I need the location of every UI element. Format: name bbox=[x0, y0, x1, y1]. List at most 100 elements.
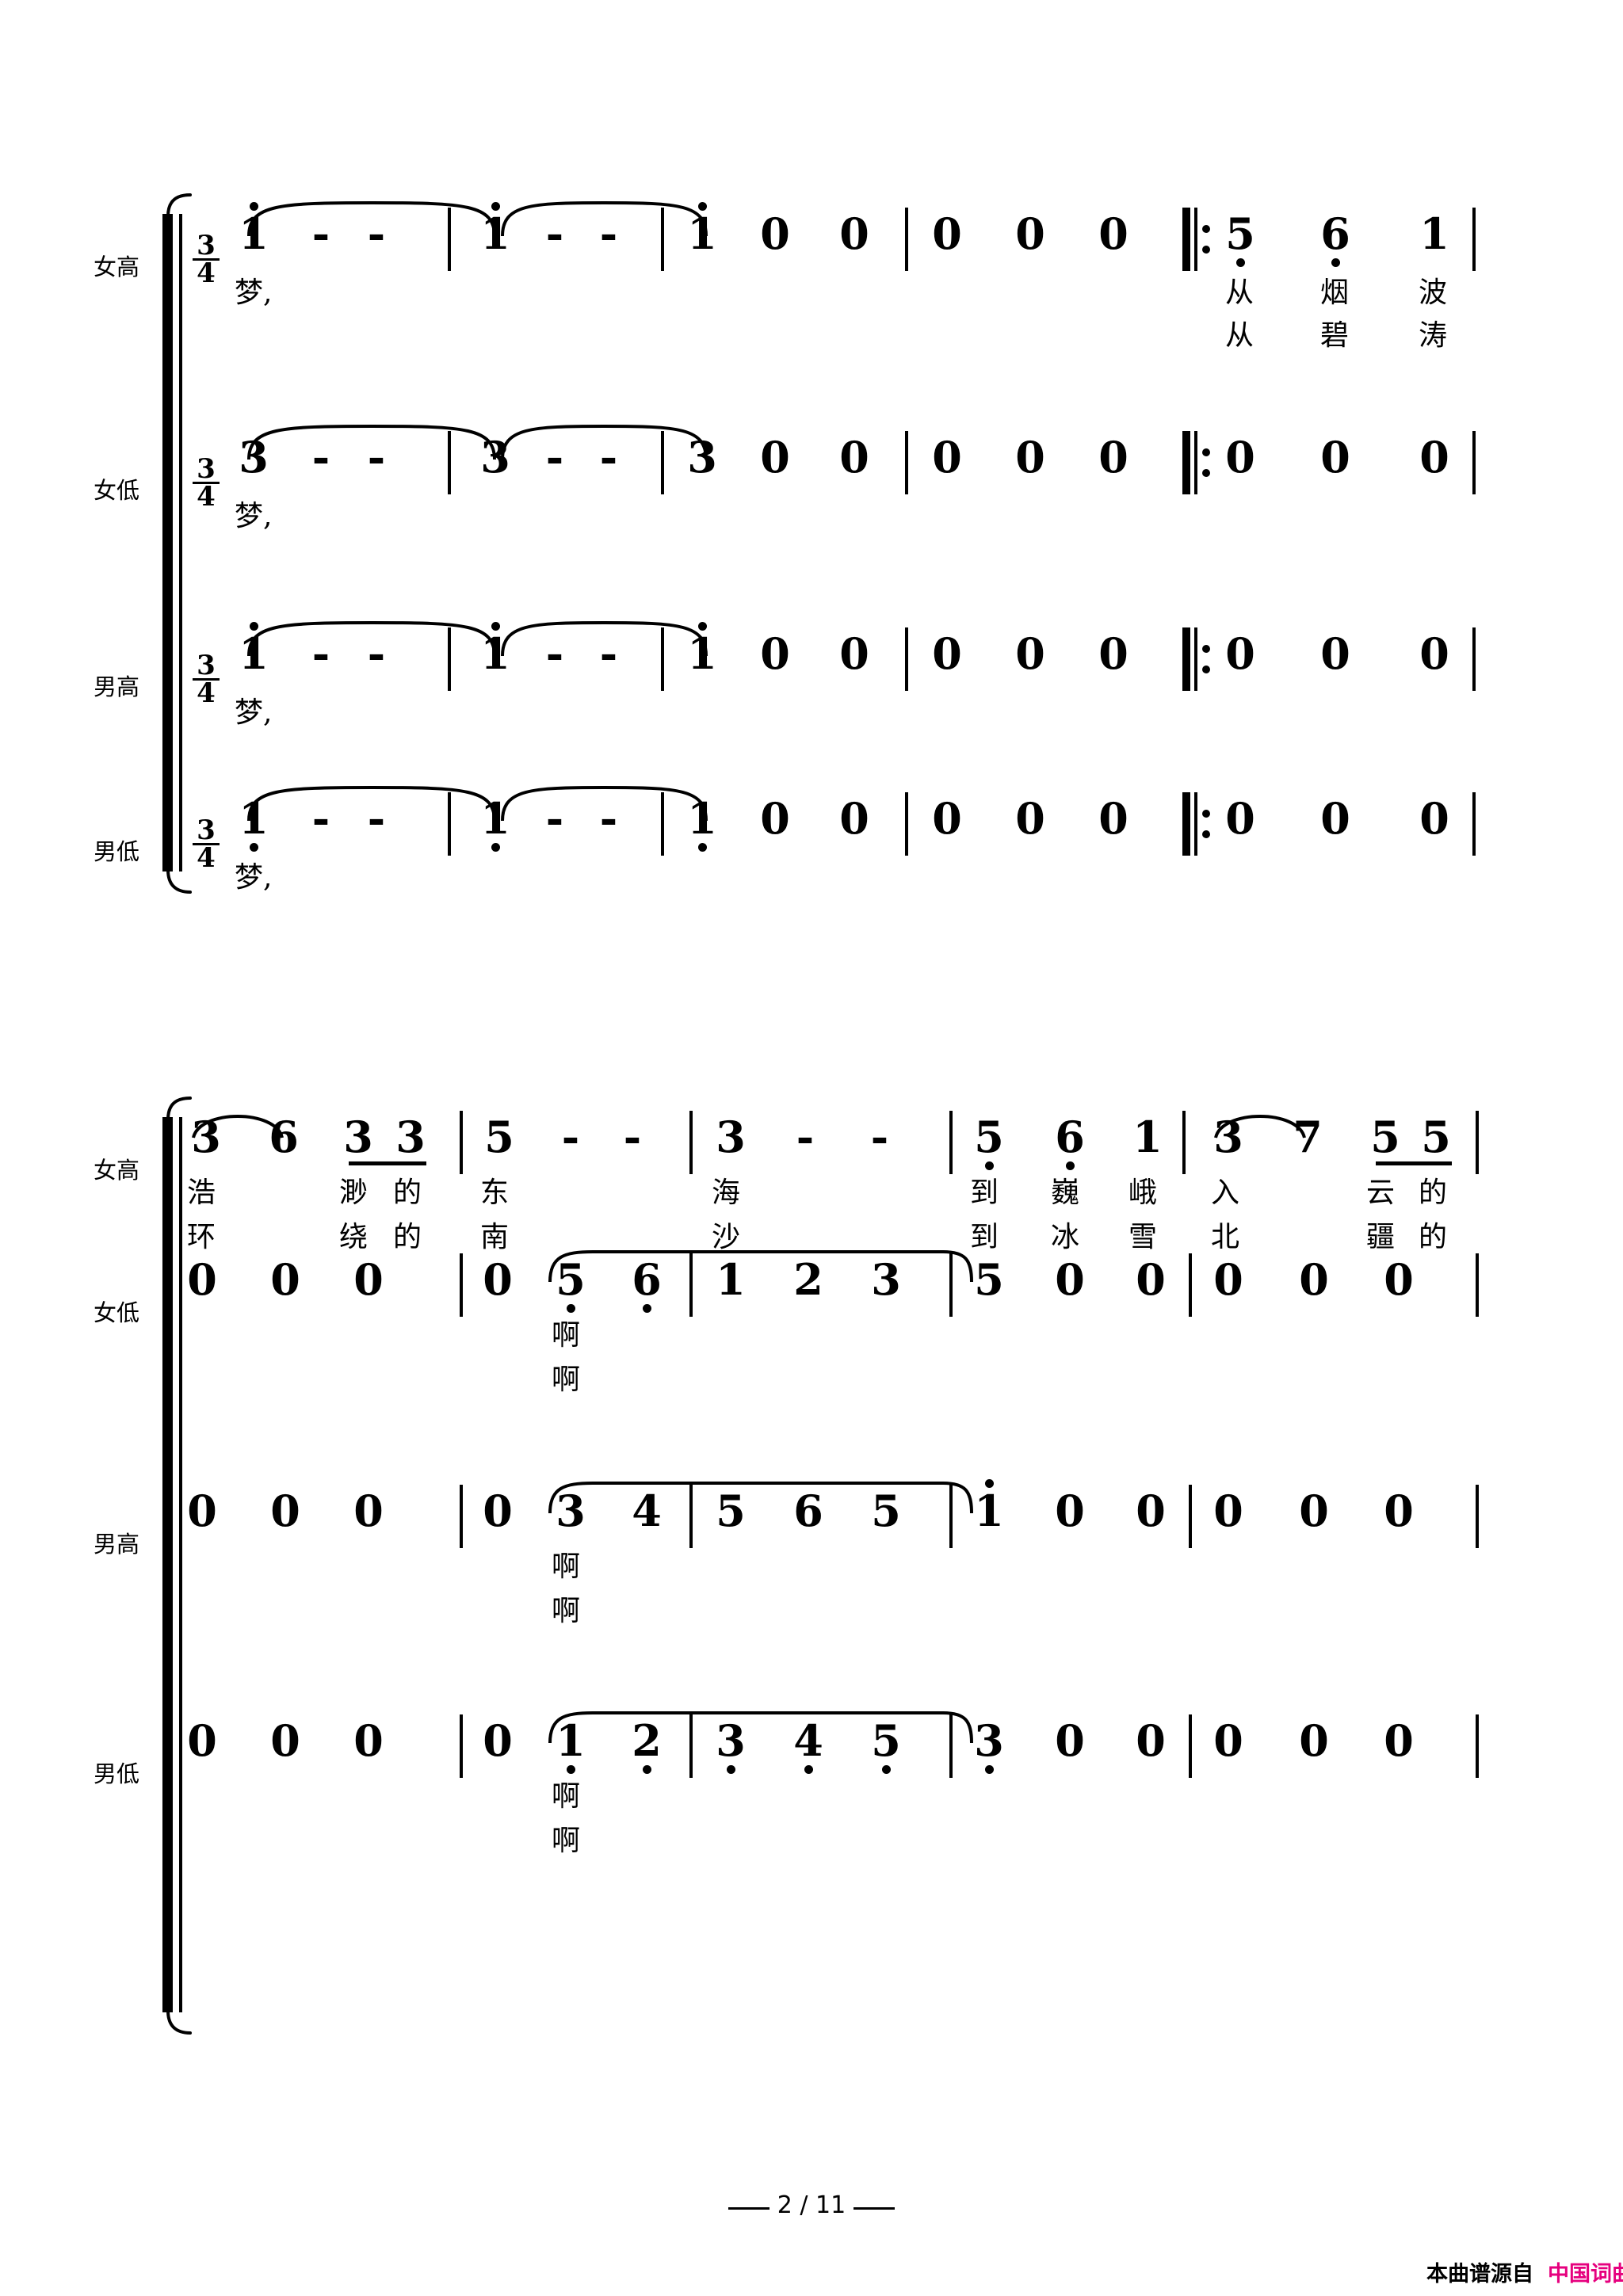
note: 1 bbox=[716, 1254, 746, 1305]
low-octave-dot bbox=[491, 843, 500, 852]
note: 1 bbox=[1132, 1112, 1163, 1162]
part-label-soprano: 女高 bbox=[94, 1157, 140, 1184]
high-octave-dot bbox=[698, 202, 707, 211]
barline bbox=[1476, 1111, 1479, 1174]
barline bbox=[661, 627, 664, 691]
duration-dash: - bbox=[796, 1112, 815, 1162]
system-2: 女高 3 6 3 3 5 - - 3 - - 5 6 1 3 7 5 5 浩 渺… bbox=[0, 1054, 1623, 2035]
rest: 0 bbox=[1225, 628, 1255, 679]
high-octave-dot bbox=[491, 622, 500, 631]
repeat-thick-line bbox=[1182, 431, 1190, 494]
barline bbox=[661, 431, 664, 494]
barline bbox=[689, 1485, 693, 1548]
staff-alto-1: 女低 3 4 3 - - 3 - - 3 0 0 0 0 0 0 0 0 梦, bbox=[0, 424, 1623, 531]
rest: 0 bbox=[760, 628, 790, 679]
staff-alto-2: 女低 0 0 0 0 5 6 1 2 3 5 0 0 0 0 0 啊 啊 bbox=[0, 1250, 1623, 1394]
duration-dash: - bbox=[367, 432, 386, 482]
repeat-dot-upper bbox=[1202, 448, 1210, 456]
brace-thin-line bbox=[179, 214, 182, 871]
system-brace-1 bbox=[162, 214, 189, 871]
barline bbox=[1189, 1485, 1192, 1548]
brace-top-hook bbox=[166, 193, 198, 217]
note: 1 bbox=[687, 793, 717, 844]
lyric-syllable: 的 bbox=[393, 1221, 422, 1253]
barline bbox=[905, 431, 908, 494]
rest: 0 bbox=[1320, 793, 1350, 844]
note: 6 bbox=[269, 1112, 299, 1162]
repeat-thin-line bbox=[1194, 792, 1197, 856]
phrase-bracket bbox=[547, 1247, 975, 1285]
lyric-syllable: 梦, bbox=[235, 277, 273, 309]
rest: 0 bbox=[1136, 1254, 1166, 1305]
lyric-syllable: 南 bbox=[480, 1221, 510, 1253]
part-label-tenor: 男高 bbox=[94, 673, 140, 700]
rest: 0 bbox=[1015, 628, 1045, 679]
rest: 0 bbox=[270, 1254, 300, 1305]
barline bbox=[949, 1485, 953, 1548]
low-octave-dot bbox=[727, 1765, 735, 1774]
note: 6 bbox=[793, 1486, 823, 1536]
barline bbox=[460, 1111, 463, 1174]
barline bbox=[460, 1253, 463, 1317]
staff-tenor-2: 男高 0 0 0 0 3 4 5 6 5 1 0 0 0 0 0 啊 啊 bbox=[0, 1479, 1623, 1626]
duration-dash: - bbox=[367, 793, 386, 844]
lyric-syllable: 梦, bbox=[235, 696, 273, 729]
rest: 0 bbox=[483, 1486, 513, 1536]
lyric-syllable: 啊 bbox=[552, 1550, 581, 1583]
barline bbox=[905, 208, 908, 271]
lyric-syllable: 梦, bbox=[235, 500, 273, 532]
eighth-beam bbox=[1376, 1161, 1452, 1165]
rest: 0 bbox=[483, 1254, 513, 1305]
repeat-dot-lower bbox=[1202, 469, 1210, 477]
repeat-thin-line bbox=[1194, 627, 1197, 691]
repeat-dot-lower bbox=[1202, 830, 1210, 838]
note: 5 bbox=[1421, 1112, 1451, 1162]
barline bbox=[949, 1111, 953, 1174]
barline bbox=[1472, 208, 1476, 271]
brace-thick-line bbox=[162, 214, 173, 871]
barline bbox=[448, 792, 451, 856]
note: 5 bbox=[871, 1715, 901, 1766]
low-octave-dot bbox=[567, 1765, 575, 1774]
low-octave-dot bbox=[804, 1765, 813, 1774]
high-octave-dot bbox=[698, 622, 707, 631]
rest: 0 bbox=[1384, 1254, 1414, 1305]
duration-dash: - bbox=[367, 628, 386, 679]
watermark-site-name: 中国词曲网 bbox=[1548, 2262, 1623, 2286]
lyric-syllable: 从 bbox=[1225, 277, 1254, 309]
note: 3 bbox=[480, 432, 510, 482]
note: 6 bbox=[1055, 1112, 1085, 1162]
low-octave-dot bbox=[985, 1161, 994, 1170]
note: 1 bbox=[687, 628, 717, 679]
lyric-syllable: 烟 bbox=[1320, 277, 1350, 309]
low-octave-dot bbox=[643, 1765, 651, 1774]
note: 3 bbox=[556, 1486, 586, 1536]
duration-dash: - bbox=[545, 432, 564, 482]
note: 3 bbox=[716, 1715, 746, 1766]
sheet-music-page: 女高 3 4 1 - - 1 - - 1 0 0 0 0 0 5 6 1 梦, … bbox=[0, 0, 1623, 2296]
time-signature-soprano-1: 3 4 bbox=[193, 232, 220, 287]
note: 3 bbox=[239, 432, 269, 482]
barline bbox=[689, 1111, 693, 1174]
note: 6 bbox=[632, 1254, 662, 1305]
time-sig-denominator: 4 bbox=[193, 482, 220, 510]
note: 6 bbox=[1320, 208, 1350, 259]
high-octave-dot bbox=[250, 622, 258, 631]
duration-dash: - bbox=[311, 432, 330, 482]
high-octave-dot bbox=[250, 202, 258, 211]
rest: 0 bbox=[1098, 793, 1128, 844]
barline bbox=[949, 1253, 953, 1317]
duration-dash: - bbox=[623, 1112, 642, 1162]
high-octave-dot bbox=[491, 202, 500, 211]
rest: 0 bbox=[1299, 1715, 1329, 1766]
rest: 0 bbox=[353, 1486, 384, 1536]
note: 1 bbox=[239, 208, 269, 259]
barline bbox=[949, 1714, 953, 1778]
repeat-thick-line bbox=[1182, 208, 1190, 271]
lyric-syllable: 啊 bbox=[552, 1595, 581, 1627]
lyric-syllable: 巍 bbox=[1051, 1177, 1080, 1209]
repeat-dot-upper bbox=[1202, 225, 1210, 233]
duration-dash: - bbox=[545, 628, 564, 679]
barline bbox=[905, 627, 908, 691]
lyric-syllable: 雪 bbox=[1128, 1221, 1158, 1253]
